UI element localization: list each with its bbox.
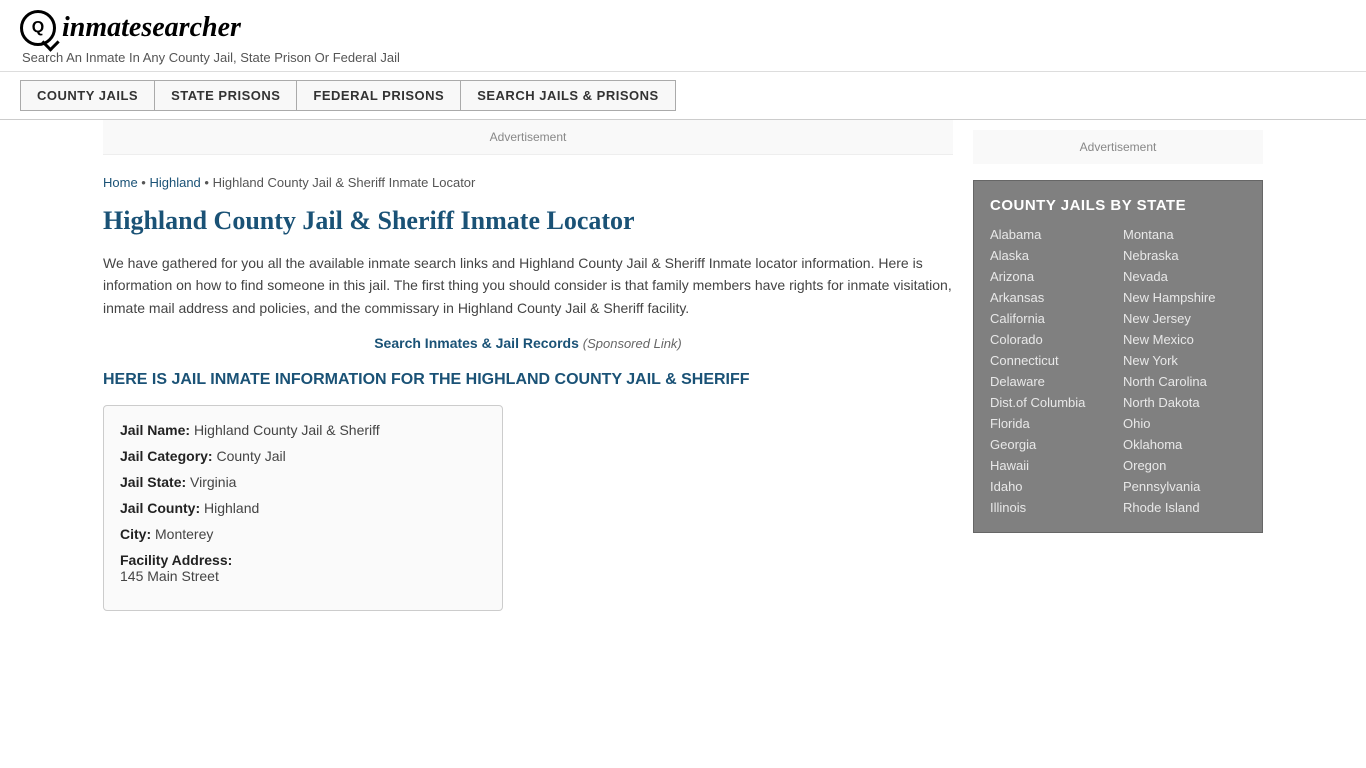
state-link[interactable]: New York — [1123, 352, 1246, 369]
breadcrumb-highland[interactable]: Highland — [149, 175, 200, 190]
state-list-title: COUNTY JAILS BY STATE — [990, 197, 1246, 214]
page-layout: Advertisement Home • Highland • Highland… — [83, 120, 1283, 631]
sponsored-link-area: Search Inmates & Jail Records (Sponsored… — [103, 335, 953, 351]
jail-category-label: Jail Category: — [120, 448, 213, 464]
state-link[interactable]: California — [990, 310, 1113, 327]
state-link[interactable]: Florida — [990, 415, 1113, 432]
info-city: City: Monterey — [120, 526, 486, 542]
state-link[interactable]: Arizona — [990, 268, 1113, 285]
state-link[interactable]: Idaho — [990, 478, 1113, 495]
state-link[interactable]: Georgia — [990, 436, 1113, 453]
jail-state-label: Jail State: — [120, 474, 186, 490]
address-value: 145 Main Street — [120, 568, 486, 584]
logo-icon: Q — [20, 10, 56, 46]
jail-county-label: Jail County: — [120, 500, 200, 516]
state-list-box: COUNTY JAILS BY STATE Alabama Alaska Arizo… — [973, 180, 1263, 533]
state-col-1: Alabama Alaska Arizona Arkansas California Co… — [990, 226, 1113, 516]
state-columns: Alabama Alaska Arizona Arkansas California Co… — [990, 226, 1246, 516]
jail-state-value: Virginia — [190, 474, 236, 490]
state-link[interactable]: Alaska — [990, 247, 1113, 264]
breadcrumb-sep2: • — [201, 175, 213, 190]
state-link[interactable]: Dist.of Columbia — [990, 394, 1113, 411]
logo-area: Q inmatesearcher — [20, 10, 1346, 46]
jail-name-label: Jail Name: — [120, 422, 190, 438]
ad-banner-top: Advertisement — [103, 120, 953, 155]
breadcrumb: Home • Highland • Highland County Jail &… — [103, 167, 953, 190]
main-nav: COUNTY JAILS STATE PRISONS FEDERAL PRISO… — [0, 72, 1366, 120]
breadcrumb-sep1: • — [138, 175, 150, 190]
state-link[interactable]: Hawaii — [990, 457, 1113, 474]
state-link[interactable]: Nevada — [1123, 268, 1246, 285]
state-link[interactable]: North Carolina — [1123, 373, 1246, 390]
state-link[interactable]: Alabama — [990, 226, 1113, 243]
nav-link-federal-prisons[interactable]: FEDERAL PRISONS — [296, 80, 461, 111]
state-link[interactable]: Illinois — [990, 499, 1113, 516]
nav-item-federal-prisons[interactable]: FEDERAL PRISONS — [296, 80, 460, 111]
info-address: Facility Address: 145 Main Street — [120, 552, 486, 584]
site-header: Q inmatesearcher Search An Inmate In Any… — [0, 0, 1366, 72]
jail-name-value: Highland County Jail & Sheriff — [194, 422, 380, 438]
section-header: HERE IS JAIL INMATE INFORMATION FOR THE … — [103, 371, 953, 389]
jail-county-value: Highland — [204, 500, 259, 516]
nav-link-state-prisons[interactable]: STATE PRISONS — [154, 80, 297, 111]
state-link[interactable]: North Dakota — [1123, 394, 1246, 411]
tagline: Search An Inmate In Any County Jail, Sta… — [22, 50, 1346, 65]
info-jail-state: Jail State: Virginia — [120, 474, 486, 490]
breadcrumb-home[interactable]: Home — [103, 175, 138, 190]
state-link[interactable]: Arkansas — [990, 289, 1113, 306]
state-link[interactable]: Oregon — [1123, 457, 1246, 474]
info-jail-category: Jail Category: County Jail — [120, 448, 486, 464]
state-link[interactable]: Oklahoma — [1123, 436, 1246, 453]
page-description: We have gathered for you all the availab… — [103, 252, 953, 319]
state-link[interactable]: Nebraska — [1123, 247, 1246, 264]
state-col-2: Montana Nebraska Nevada New Hampshire New Je… — [1123, 226, 1246, 516]
nav-item-county-jails[interactable]: COUNTY JAILS — [20, 80, 154, 111]
logo-text: inmatesearcher — [62, 12, 241, 44]
nav-link-search[interactable]: SEARCH JAILS & PRISONS — [460, 80, 675, 111]
state-link[interactable]: New Mexico — [1123, 331, 1246, 348]
city-label: City: — [120, 526, 151, 542]
sidebar-ad: Advertisement — [973, 130, 1263, 164]
state-link[interactable]: Colorado — [990, 331, 1113, 348]
nav-list: COUNTY JAILS STATE PRISONS FEDERAL PRISO… — [20, 80, 1346, 111]
sponsored-link[interactable]: Search Inmates & Jail Records — [374, 335, 579, 351]
logo-part1: inmate — [62, 12, 141, 43]
sponsored-note: (Sponsored Link) — [583, 336, 682, 351]
state-link[interactable]: New Hampshire — [1123, 289, 1246, 306]
state-link[interactable]: Pennsylvania — [1123, 478, 1246, 495]
nav-link-county-jails[interactable]: COUNTY JAILS — [20, 80, 155, 111]
state-link[interactable]: Ohio — [1123, 415, 1246, 432]
info-jail-name: Jail Name: Highland County Jail & Sherif… — [120, 422, 486, 438]
city-value: Monterey — [155, 526, 213, 542]
state-link[interactable]: Delaware — [990, 373, 1113, 390]
page-title: Highland County Jail & Sheriff Inmate Lo… — [103, 206, 953, 236]
address-label: Facility Address: — [120, 552, 486, 568]
info-jail-county: Jail County: Highland — [120, 500, 486, 516]
info-box: Jail Name: Highland County Jail & Sherif… — [103, 405, 503, 611]
state-link[interactable]: Rhode Island — [1123, 499, 1246, 516]
nav-item-search[interactable]: SEARCH JAILS & PRISONS — [460, 80, 674, 111]
state-link[interactable]: Connecticut — [990, 352, 1113, 369]
sidebar: Advertisement COUNTY JAILS BY STATE Alab… — [973, 120, 1263, 631]
jail-category-value: County Jail — [216, 448, 285, 464]
state-link[interactable]: New Jersey — [1123, 310, 1246, 327]
nav-item-state-prisons[interactable]: STATE PRISONS — [154, 80, 296, 111]
main-content: Advertisement Home • Highland • Highland… — [103, 120, 973, 631]
breadcrumb-current: Highland County Jail & Sheriff Inmate Lo… — [213, 175, 476, 190]
state-link[interactable]: Montana — [1123, 226, 1246, 243]
logo-part2: searcher — [141, 12, 241, 43]
